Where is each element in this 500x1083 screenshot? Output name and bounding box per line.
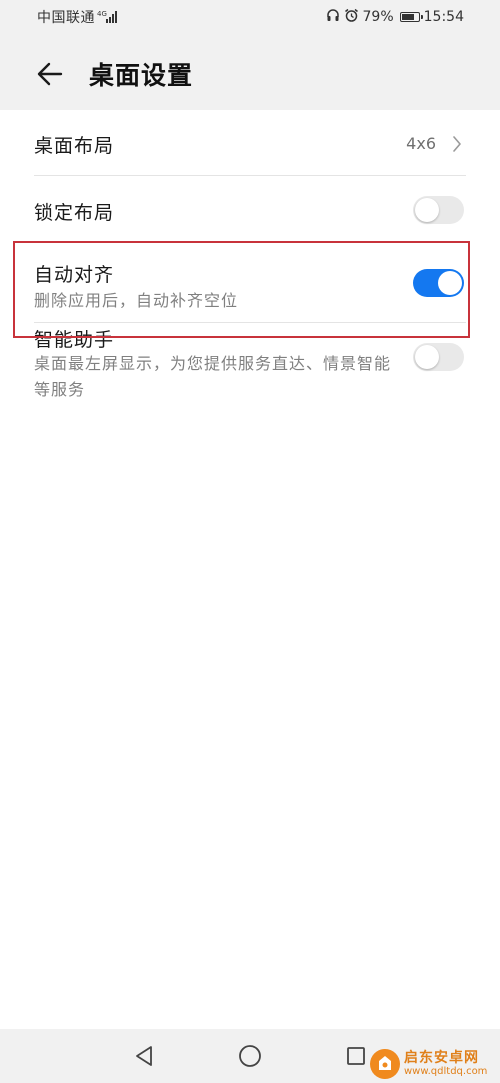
toggle-knob [415,345,439,369]
setting-smart-assistant[interactable]: 智能助手 桌面最左屏显示，为您提供服务直达、情景智能等服务 [0,323,500,443]
nav-back-button[interactable] [130,1042,158,1070]
battery-fill [401,14,414,20]
watermark-text: 启东安卓网 www.qdltdq.com [404,1050,487,1078]
toggle-knob [415,198,439,222]
triangle-back-icon [136,1046,152,1066]
setting-label: 智能助手 [34,329,115,351]
nav-recent-button[interactable] [342,1042,370,1070]
circle-home-icon [239,1045,261,1067]
toggle-knob [438,271,462,295]
setting-auto-align[interactable]: 自动对齐 删除应用后，自动补齐空位 [0,243,500,323]
status-left: 中国联通 4G [37,8,118,26]
battery-percent: 79% [362,9,394,25]
headset-icon [326,8,340,26]
setting-label: 自动对齐 [34,264,115,286]
setting-description: 删除应用后，自动补齐空位 [34,291,239,310]
page-title: 桌面设置 [89,61,194,90]
signal-icon [106,11,118,23]
chevron-right-icon [452,136,462,156]
app-header: 桌面设置 [0,34,500,110]
battery-icon [399,12,423,22]
setting-description: 桌面最左屏显示，为您提供服务直达、情景智能等服务 [34,354,392,399]
setting-label: 锁定布局 [34,202,115,224]
carrier-name: 中国联通 [37,10,95,26]
status-time: 15:54 [423,9,464,25]
lock-layout-toggle[interactable] [413,196,464,224]
network-type: 4G [97,9,107,18]
setting-lock-layout[interactable]: 锁定布局 [0,176,500,243]
alarm-icon [344,8,359,27]
status-bar: 中国联通 4G 79% 15:54 [0,0,500,34]
watermark: 启东安卓网 www.qdltdq.com [370,1044,500,1083]
arrow-left-icon [37,62,63,86]
nav-home-button[interactable] [236,1042,264,1070]
back-button[interactable] [30,54,70,94]
square-recent-icon [347,1047,365,1065]
smart-assistant-toggle[interactable] [413,343,464,371]
auto-align-toggle[interactable] [413,269,464,297]
status-right: 79% 15:54 [322,8,464,26]
settings-list: 桌面布局 4x6 锁定布局 自动对齐 删除应用后，自动补齐空位 智能助手 桌面最… [0,110,500,443]
setting-label: 桌面布局 [34,135,115,157]
layout-value: 4x6 [406,134,436,153]
setting-desktop-layout[interactable]: 桌面布局 4x6 [0,110,500,176]
watermark-url: www.qdltdq.com [404,1065,488,1077]
watermark-logo-icon [370,1048,400,1079]
watermark-title: 启东安卓网 [404,1049,479,1066]
